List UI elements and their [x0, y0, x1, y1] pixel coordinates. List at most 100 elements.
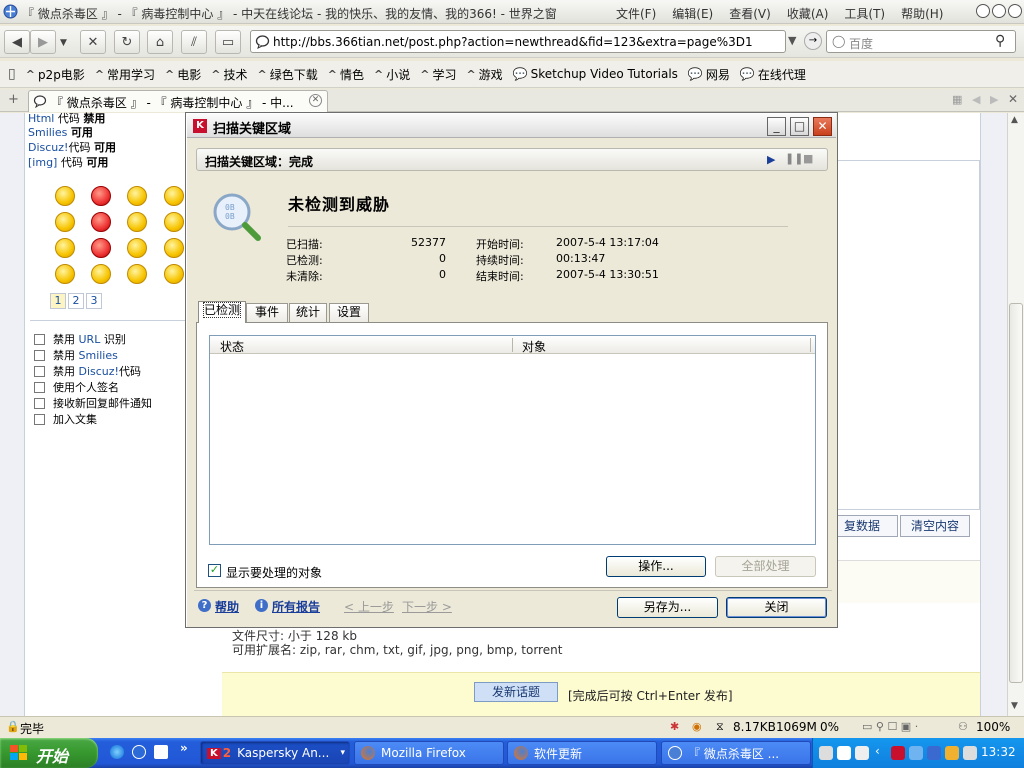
bookmark-item[interactable]: ^ p2p电影: [26, 66, 85, 83]
all-reports-link[interactable]: 所有报告: [272, 598, 320, 615]
clean-button[interactable]: ⫽: [181, 30, 207, 54]
tab-settings[interactable]: 设置: [329, 303, 369, 322]
option-disable-url[interactable]: 禁用 URL 识别: [34, 331, 126, 347]
monitor-tray-icon[interactable]: [909, 746, 923, 760]
dialog-close-button[interactable]: ✕: [813, 117, 832, 136]
option-disable-smilies[interactable]: 禁用 Smilies: [34, 347, 118, 363]
search-icon[interactable]: ⚲: [995, 33, 1005, 49]
stop-scan-icon[interactable]: ■: [803, 152, 813, 165]
tab-close-icon[interactable]: ✕: [309, 94, 322, 107]
checkbox[interactable]: [34, 349, 45, 361]
reading-mode-button[interactable]: ▭: [215, 30, 241, 54]
bookmark-item[interactable]: ^ 电影: [165, 66, 201, 83]
prev-step-link[interactable]: < 上一步: [344, 598, 394, 615]
zoom-level[interactable]: 100%: [976, 720, 1010, 734]
smiley-icon[interactable]: [164, 238, 184, 258]
smiley-icon[interactable]: [164, 186, 184, 206]
checkbox[interactable]: [34, 413, 45, 425]
bookmark-item[interactable]: ^ 情色: [328, 66, 364, 83]
smiley-icon[interactable]: [91, 212, 111, 232]
next-step-link[interactable]: 下一步 >: [402, 598, 452, 615]
smiley-icon[interactable]: [127, 238, 147, 258]
menu-view[interactable]: 查看(V): [729, 5, 771, 22]
save-as-button[interactable]: 另存为...: [617, 597, 718, 618]
network-icon[interactable]: [855, 746, 869, 760]
option-email-notify[interactable]: 接收新回复邮件通知: [34, 395, 152, 411]
tab-statistics[interactable]: 统计: [289, 303, 327, 322]
maximize-button[interactable]: [992, 4, 1006, 18]
help-link[interactable]: 帮助: [215, 598, 239, 615]
option-add-collection[interactable]: 加入文集: [34, 411, 97, 427]
tab-forum[interactable]: 『 微点杀毒区 』 - 『 病毒控制中心 』 - 中... ✕: [28, 90, 328, 112]
menu-favorites[interactable]: 收藏(A): [787, 5, 829, 22]
close-button[interactable]: [1008, 4, 1022, 18]
history-dropdown-icon[interactable]: ▼: [60, 38, 67, 48]
smiley-icon[interactable]: [164, 212, 184, 232]
bookmark-item[interactable]: ^ 学习: [420, 66, 456, 83]
taskbar-software-update[interactable]: 软件更新: [507, 741, 657, 765]
refresh-button[interactable]: ↻: [114, 30, 140, 54]
smiley-icon[interactable]: [91, 238, 111, 258]
zoom-icon[interactable]: ⚇: [958, 720, 968, 733]
smiley-page-3[interactable]: 3: [86, 293, 102, 309]
smiley-icon[interactable]: [55, 264, 75, 284]
ime-tray-icon[interactable]: [927, 746, 941, 760]
clear-content-button[interactable]: 清空内容: [900, 515, 970, 537]
smiley-icon[interactable]: [127, 186, 147, 206]
bookmark-item[interactable]: ^ 技术: [211, 66, 247, 83]
search-box[interactable]: ◯ 百度 ⚲: [826, 30, 1016, 53]
checkbox[interactable]: [34, 397, 45, 409]
smiley-icon[interactable]: [55, 238, 75, 258]
column-status[interactable]: 状态: [220, 338, 244, 355]
submit-thread-button[interactable]: 发新话题: [474, 682, 558, 702]
tab-list-icon[interactable]: ▦: [952, 93, 962, 106]
bookmark-item[interactable]: 💬 在线代理: [740, 66, 806, 83]
option-signature[interactable]: 使用个人签名: [34, 379, 119, 395]
status-addon-icon[interactable]: ✱: [670, 720, 679, 733]
bookmark-item[interactable]: ^ 游戏: [466, 66, 502, 83]
checkbox[interactable]: [34, 333, 45, 345]
security-tray-icon[interactable]: [945, 746, 959, 760]
smiley-page-1[interactable]: 1: [50, 293, 66, 309]
tab-scroll-left-icon[interactable]: ◀: [972, 93, 980, 106]
smiley-icon[interactable]: [55, 212, 75, 232]
url-dropdown-icon[interactable]: ▼: [788, 34, 796, 47]
scroll-down-icon[interactable]: ▼: [1011, 701, 1018, 711]
taskbar-firefox[interactable]: Mozilla Firefox: [354, 741, 504, 765]
menu-help[interactable]: 帮助(H): [901, 5, 943, 22]
checkbox[interactable]: [34, 381, 45, 393]
dialog-minimize-button[interactable]: _: [767, 117, 786, 136]
start-button[interactable]: 开始: [0, 738, 98, 768]
scroll-up-icon[interactable]: ▲: [1011, 115, 1018, 125]
show-objects-checkbox[interactable]: ✓: [208, 564, 221, 577]
taskbar-kaspersky[interactable]: K 2 Kaspersky An... ▾: [200, 741, 350, 765]
smiley-icon[interactable]: [127, 212, 147, 232]
bookmark-item[interactable]: ^ 常用学习: [95, 66, 155, 83]
tab-detected[interactable]: 已检测: [198, 301, 246, 323]
tab-scroll-right-icon[interactable]: ▶: [990, 93, 998, 106]
close-tab-icon[interactable]: ✕: [1008, 92, 1018, 106]
go-icon[interactable]: →: [804, 32, 822, 50]
scroll-thumb[interactable]: [1009, 303, 1023, 683]
minimize-button[interactable]: [976, 4, 990, 18]
taskbar-browser[interactable]: 『 微点杀毒区 ...: [661, 741, 811, 765]
smiley-page-2[interactable]: 2: [68, 293, 84, 309]
detected-objects-list[interactable]: 状态 对象: [209, 335, 816, 545]
bookmark-item[interactable]: ^ 小说: [374, 66, 410, 83]
quicklaunch-more-icon[interactable]: »: [180, 741, 188, 755]
dialog-maximize-button[interactable]: □: [790, 117, 809, 136]
column-object[interactable]: 对象: [522, 338, 546, 355]
action-button[interactable]: 操作...: [606, 556, 706, 577]
stop-button[interactable]: ✕: [80, 30, 106, 54]
checkbox[interactable]: [34, 365, 45, 377]
home-button[interactable]: ⌂: [147, 30, 173, 54]
menu-edit[interactable]: 编辑(E): [672, 5, 713, 22]
menu-file[interactable]: 文件(F): [616, 5, 656, 22]
help-tray-icon[interactable]: [837, 746, 851, 760]
smiley-icon[interactable]: [55, 186, 75, 206]
smiley-icon[interactable]: [91, 264, 111, 284]
play-icon[interactable]: ▶: [767, 153, 775, 166]
kaspersky-tray-icon[interactable]: [891, 746, 905, 760]
column-separator[interactable]: [512, 338, 513, 352]
taskbar-clock[interactable]: 13:32: [981, 745, 1016, 759]
